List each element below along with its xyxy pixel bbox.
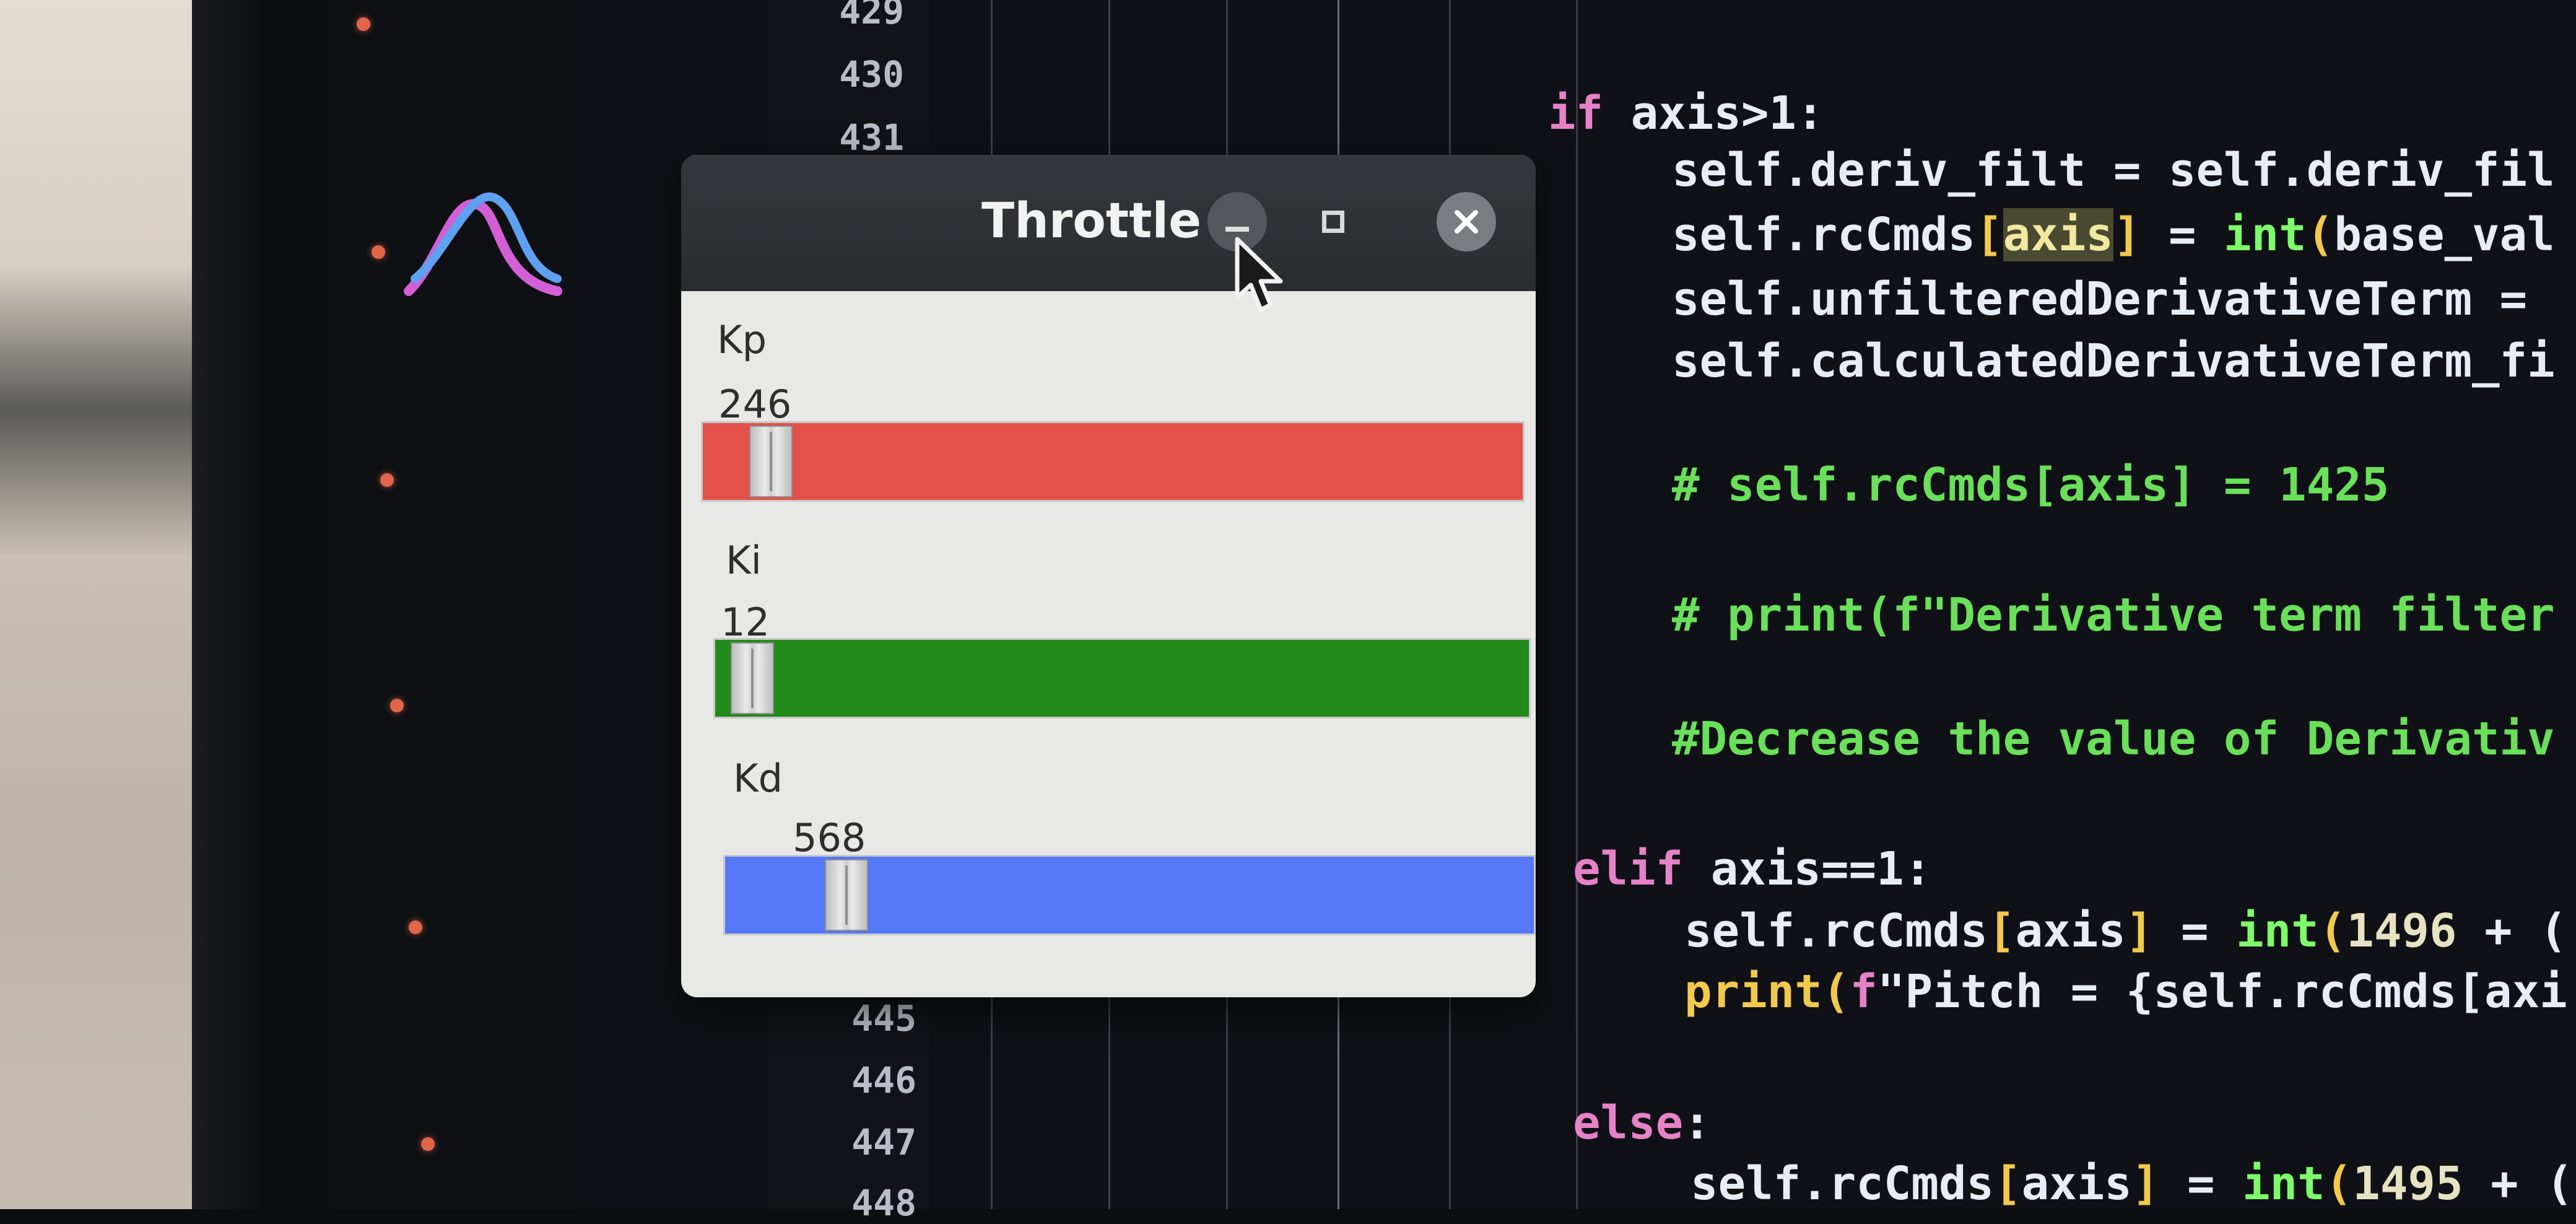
- code-line[interactable]: print(f"Pitch = {self.rcCmds[axi: [1684, 965, 2567, 1018]
- ki-label: Ki: [726, 538, 762, 583]
- code-line[interactable]: #Decrease the value of Derivativ: [1672, 712, 2555, 766]
- line-number: 429: [839, 0, 904, 32]
- line-number: 431: [839, 116, 904, 159]
- code-line[interactable]: # self.rcCmds[axis] = 1425: [1672, 458, 2389, 512]
- maximize-icon: [1322, 211, 1344, 233]
- kd-value: 568: [793, 815, 866, 860]
- window-titlebar[interactable]: Throttle: [681, 155, 1536, 291]
- code-line[interactable]: self.unfilteredDerivativeTerm =: [1672, 273, 2527, 326]
- kd-slider[interactable]: [723, 855, 1536, 935]
- code-line[interactable]: self.rcCmds[axis] = int(base_val: [1672, 208, 2555, 261]
- line-number: 447: [851, 1121, 916, 1163]
- kp-label: Kp: [717, 317, 767, 362]
- ki-slider[interactable]: [713, 638, 1531, 719]
- line-number: 445: [851, 997, 916, 1039]
- ki-slider-handle[interactable]: [731, 642, 774, 714]
- kp-slider[interactable]: [701, 421, 1525, 502]
- code-line[interactable]: else:: [1573, 1096, 1711, 1150]
- activity-bar: [347, 0, 582, 1209]
- code-line[interactable]: # print(f"Derivative term filter: [1672, 588, 2555, 642]
- kp-value: 246: [718, 382, 792, 427]
- throttle-window: Throttle Kp 246 Ki 12 Kd 568: [681, 155, 1536, 997]
- code-line[interactable]: if axis>1:: [1548, 87, 1824, 140]
- breakpoint-dot[interactable]: [409, 920, 422, 934]
- kp-slider-handle[interactable]: [749, 426, 793, 497]
- code-line[interactable]: self.rcCmds[axis] = int(1496 + (: [1684, 904, 2567, 958]
- maximize-button[interactable]: [1303, 192, 1363, 251]
- line-number: 430: [839, 53, 904, 95]
- breakpoint-dot[interactable]: [372, 245, 385, 259]
- line-number: 446: [851, 1059, 916, 1101]
- kd-slider-handle[interactable]: [825, 859, 868, 931]
- kd-label: Kd: [733, 756, 783, 801]
- breakpoint-dot[interactable]: [390, 699, 404, 712]
- close-button[interactable]: [1437, 192, 1496, 251]
- minimize-icon: [1225, 227, 1249, 232]
- breakpoint-dot[interactable]: [380, 473, 394, 487]
- code-line[interactable]: elif axis==1:: [1573, 842, 1931, 896]
- window-title: Throttle: [981, 193, 1201, 249]
- line-number: 448: [851, 1182, 916, 1224]
- mouse-cursor-icon: [1235, 237, 1283, 312]
- breakpoint-dot[interactable]: [421, 1137, 435, 1151]
- close-icon: [1455, 210, 1478, 234]
- code-line[interactable]: self.rcCmds[axis] = int(1495 + (: [1690, 1157, 2574, 1210]
- indent-guide: [1576, 0, 1578, 1209]
- app-logo-icon[interactable]: [402, 186, 564, 310]
- code-line[interactable]: self.calculatedDerivativeTerm_fi: [1672, 334, 2555, 388]
- code-line[interactable]: self.deriv_filt = self.deriv_fil: [1672, 144, 2555, 197]
- breakpoint-dot[interactable]: [357, 17, 370, 31]
